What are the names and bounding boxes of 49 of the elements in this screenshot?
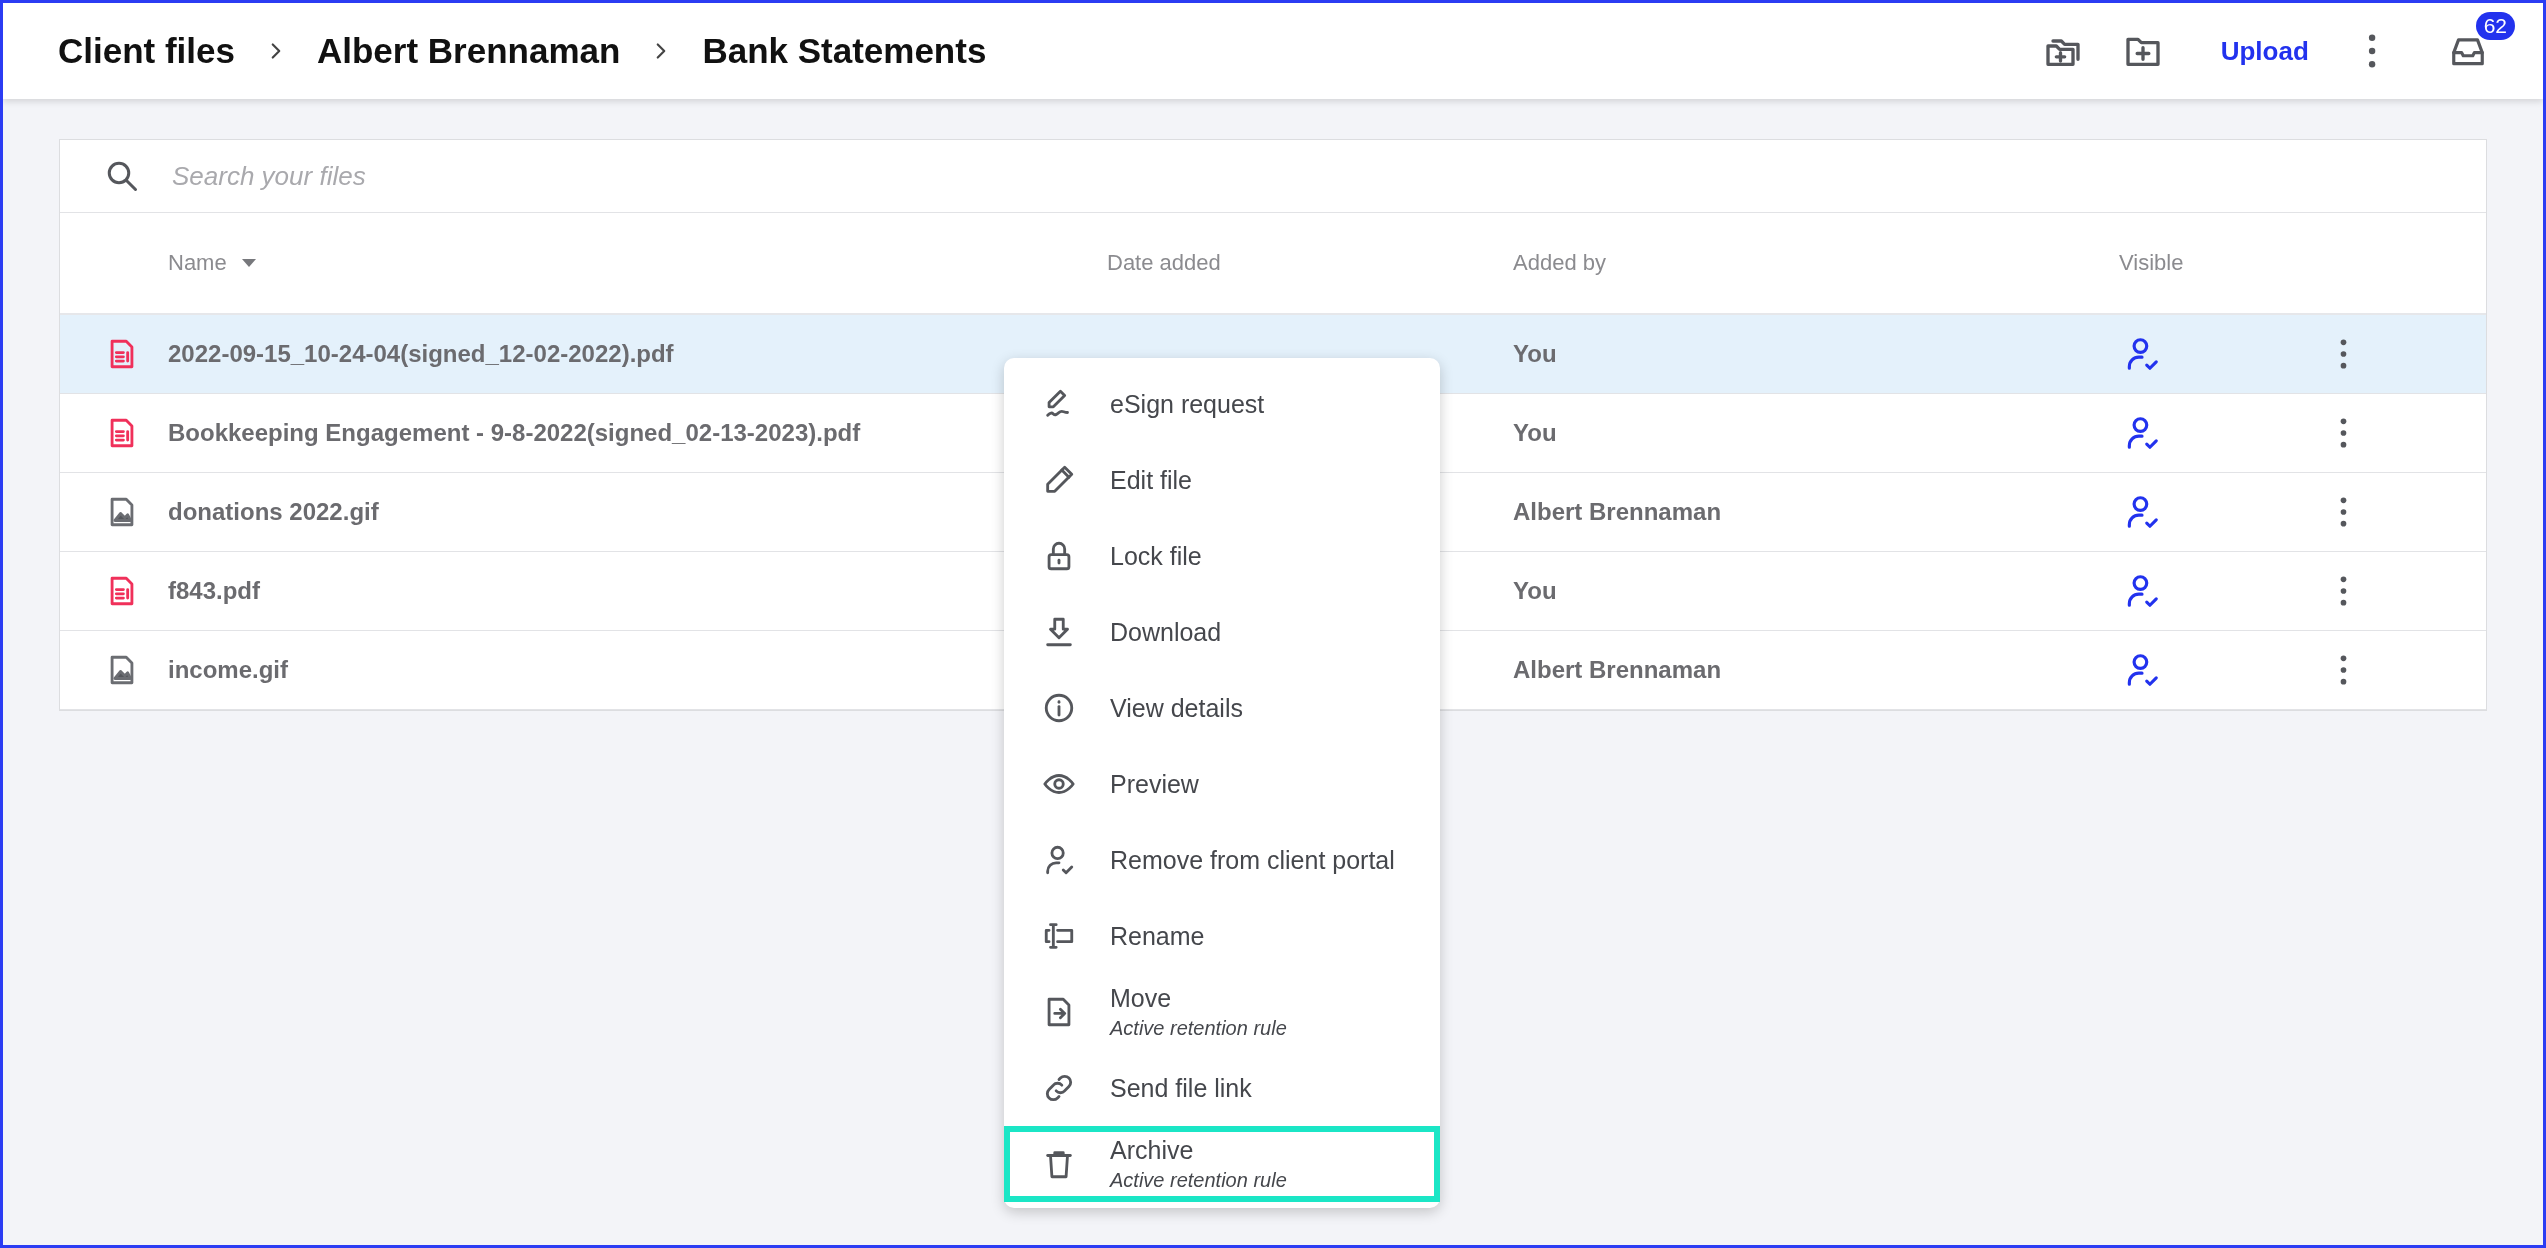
menu-item-label: Move bbox=[1110, 984, 1173, 1013]
column-header: Date added bbox=[1107, 250, 1221, 276]
file-name[interactable]: donations 2022.gif bbox=[168, 498, 379, 526]
menu-item[interactable]: Send file link bbox=[1004, 1050, 1440, 1126]
file-name[interactable]: 2022-09-15_10-24-04(signed_12-02-2022).pdf bbox=[168, 340, 674, 368]
notification-badge: 62 bbox=[2475, 12, 2515, 40]
kebab-icon bbox=[2339, 339, 2348, 369]
menu-item[interactable]: Edit file bbox=[1004, 442, 1440, 518]
menu-item-label: Remove from client portal bbox=[1110, 845, 1395, 875]
added-by: You bbox=[1513, 419, 1557, 447]
added-by: You bbox=[1513, 577, 1557, 605]
column-header: Added by bbox=[1513, 250, 1606, 276]
menu-item[interactable]: Lock file bbox=[1004, 518, 1440, 594]
kebab-icon bbox=[2339, 497, 2348, 527]
added-by: Albert Brennaman bbox=[1513, 656, 1722, 684]
menu-item-label: Archive bbox=[1110, 1136, 1195, 1165]
breadcrumb-link[interactable]: Client files bbox=[58, 31, 235, 71]
column-header: Visible bbox=[2119, 250, 2184, 276]
menu-item-label: Download bbox=[1110, 617, 1222, 647]
menu-item[interactable]: Archive Active retention rule bbox=[1004, 1126, 1440, 1202]
breadcrumb-link[interactable]: Bank Statements bbox=[702, 31, 987, 71]
file-name[interactable]: income.gif bbox=[168, 656, 288, 684]
menu-item[interactable]: Rename bbox=[1004, 898, 1440, 974]
file-name[interactable]: f843.pdf bbox=[168, 577, 260, 605]
menu-item[interactable]: Preview bbox=[1004, 746, 1440, 822]
menu-item[interactable]: Download bbox=[1004, 594, 1440, 670]
menu-item[interactable]: View details bbox=[1004, 670, 1440, 746]
menu-item-label: Rename bbox=[1110, 921, 1205, 951]
menu-item-note: Active retention rule bbox=[1110, 1017, 1287, 1040]
menu-item[interactable]: Remove from client portal bbox=[1004, 822, 1440, 898]
menu-item-label: Preview bbox=[1110, 769, 1199, 799]
menu-item-label: Edit file bbox=[1110, 465, 1192, 495]
menu-item-label: View details bbox=[1110, 693, 1243, 723]
table-row[interactable]: 2022-09-15_10-24-04(signed_12-02-2022).pdf You bbox=[60, 315, 2486, 394]
kebab-icon bbox=[2366, 34, 2377, 68]
file-name[interactable]: Bookkeeping Engagement - 9-8-2022(signed_02-13-2023).pdf bbox=[168, 419, 861, 447]
menu-item-note: Active retention rule bbox=[1110, 1169, 1287, 1192]
search-field[interactable]: Search your files bbox=[170, 159, 2446, 193]
menu-item[interactable]: Move Active retention rule bbox=[1004, 974, 1440, 1050]
kebab-icon bbox=[2339, 655, 2348, 685]
info-icon bbox=[1042, 691, 1076, 725]
breadcrumb-link[interactable]: Albert Brennaman bbox=[317, 31, 621, 71]
added-by: You bbox=[1513, 340, 1557, 368]
menu-item-label: Lock file bbox=[1110, 541, 1202, 571]
menu-item-label: Send file link bbox=[1110, 1073, 1252, 1103]
added-by: Albert Brennaman bbox=[1513, 498, 1722, 526]
kebab-icon bbox=[2339, 576, 2348, 606]
upload-button[interactable]: Upload bbox=[2208, 27, 2321, 75]
kebab-icon bbox=[2339, 418, 2348, 448]
